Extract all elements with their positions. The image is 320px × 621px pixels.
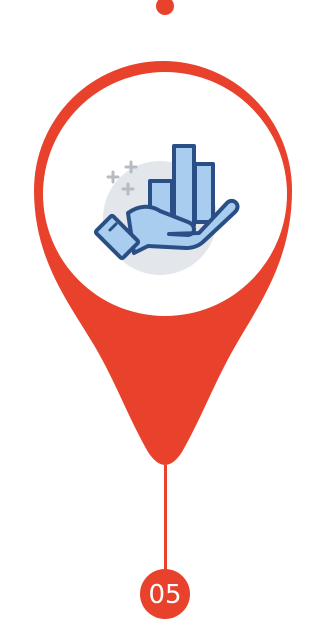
map-pin-graphic: 05 — [34, 0, 292, 619]
top-connector-dot — [156, 0, 174, 15]
connector-line — [164, 465, 167, 573]
infographic-step: 05 — [0, 0, 318, 621]
step-number: 05 — [148, 580, 181, 610]
